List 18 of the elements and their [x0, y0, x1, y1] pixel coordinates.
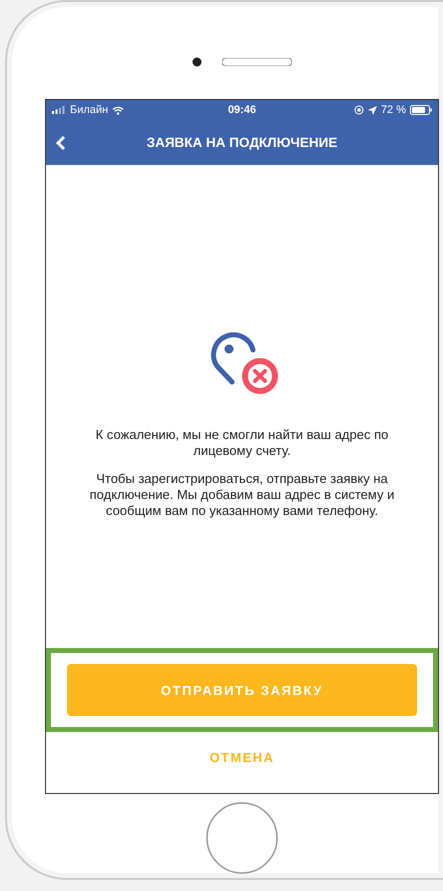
screen-title: ЗАЯВКА НА ПОДКЛЮЧЕНИЕ: [146, 135, 338, 150]
speaker-grille-icon: [222, 58, 292, 66]
submit-button[interactable]: ОТПРАВИТЬ ЗАЯВКУ: [67, 664, 417, 716]
message-text: К сожалению, мы не смогли найти ваш адрес по лицевому счету.: [94, 427, 390, 459]
cancel-link[interactable]: ОТМЕНА: [206, 746, 278, 769]
back-chevron-icon: [56, 135, 66, 151]
back-button[interactable]: [54, 133, 68, 153]
message-text: Чтобы зарегистрироваться, отправьте заявку на подключение. Мы добавим ваш адрес в систему и сообщим вам по указанному вами телефону.: [88, 471, 396, 519]
home-button-icon[interactable]: [205, 801, 279, 875]
battery-percent: 72 %: [380, 104, 406, 116]
lock-rotation-icon: [354, 105, 364, 115]
front-camera-icon: [192, 57, 202, 67]
wifi-icon: [112, 106, 124, 114]
status-time: 09:46: [228, 104, 256, 116]
carrier-name: Билайн: [70, 104, 108, 116]
signal-icon: [52, 106, 66, 114]
battery-icon: [410, 105, 432, 115]
location-arrow-icon: [368, 106, 377, 114]
